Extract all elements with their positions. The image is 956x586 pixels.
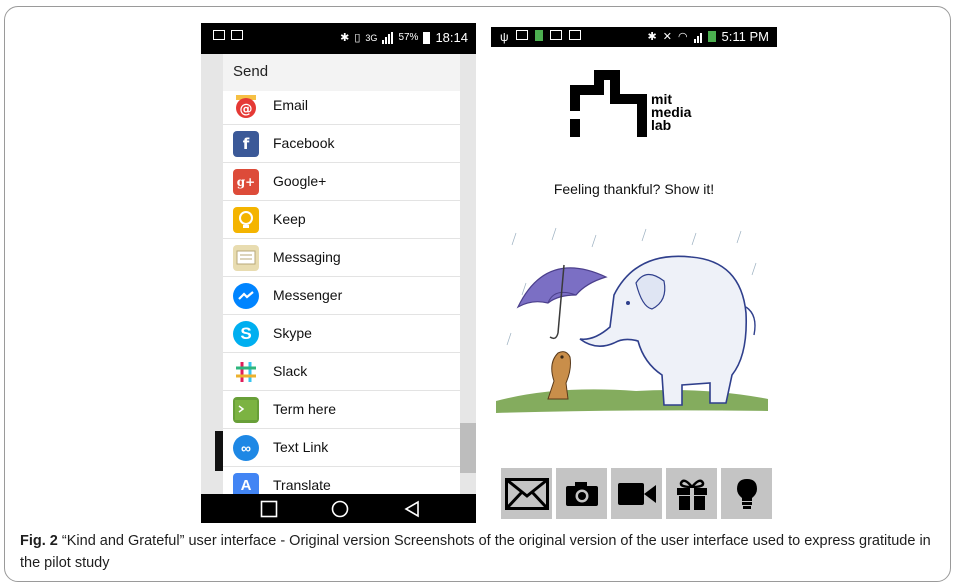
messenger-icon xyxy=(233,283,259,309)
video-button[interactable] xyxy=(611,468,662,519)
battery-icon xyxy=(423,31,431,44)
caption-text: “Kind and Grateful” user interface - Ori… xyxy=(20,533,931,571)
status-bar: ψ ✱ ✕ ◠ 5:11 PM xyxy=(491,27,777,47)
notification-icon xyxy=(213,30,225,40)
share-item-facebook[interactable]: f Facebook xyxy=(223,125,460,163)
share-item-skype[interactable]: S Skype xyxy=(223,315,460,353)
bluetooth-icon: ✱ xyxy=(647,31,657,43)
mute-icon: ✕ xyxy=(662,31,672,43)
figure-label: Fig. 2 xyxy=(20,533,58,549)
image-icon xyxy=(231,30,243,40)
slack-icon xyxy=(233,359,259,385)
figure-caption: Fig. 2 “Kind and Grateful” user interfac… xyxy=(20,530,940,574)
share-dialog: Send @ Email f Facebook g+ Google+ Keep … xyxy=(223,54,460,494)
battery-icon xyxy=(707,31,716,42)
background-panel xyxy=(459,423,476,473)
skype-icon: S xyxy=(233,321,259,347)
elephant-illustration xyxy=(496,227,768,413)
lightbulb-icon xyxy=(736,478,757,509)
navigation-bar xyxy=(201,494,476,523)
idea-button[interactable] xyxy=(721,468,772,519)
usb-icon: ψ xyxy=(500,30,509,44)
signal-icon xyxy=(382,31,394,44)
image-icon xyxy=(515,30,528,40)
right-phone-screenshot: ψ ✱ ✕ ◠ 5:11 PM mit media lab Feeling th… xyxy=(491,23,777,523)
tagline: Feeling thankful? Show it! xyxy=(553,181,715,197)
clock: 18:14 xyxy=(435,30,468,45)
link-icon: ∞ xyxy=(233,435,259,461)
home-icon[interactable] xyxy=(331,500,349,518)
clock: 5:11 PM xyxy=(721,29,769,44)
dialog-title-bar: Send xyxy=(223,54,460,91)
dialog-title: Send xyxy=(233,63,269,80)
logo-text: mit media lab xyxy=(651,91,692,133)
video-icon xyxy=(617,482,656,505)
battery-percent: 57% xyxy=(398,32,419,43)
share-item-google-plus[interactable]: g+ Google+ xyxy=(223,163,460,201)
send-message-button[interactable] xyxy=(501,468,552,519)
wifi-icon: ◠ xyxy=(677,31,688,43)
share-item-keep[interactable]: Keep xyxy=(223,201,460,239)
facebook-icon: f xyxy=(233,131,259,157)
svg-text:@: @ xyxy=(240,102,253,117)
translate-icon: A xyxy=(233,473,259,494)
left-phone-screenshot: ✱ ▯ 3G 57% 18:14 Send @ Email f Facebook… xyxy=(201,23,476,523)
recent-apps-icon[interactable] xyxy=(260,500,278,518)
bluetooth-icon: ✱ xyxy=(340,32,350,44)
email-icon: @ xyxy=(233,93,259,119)
camera-icon xyxy=(565,481,598,506)
keep-icon xyxy=(233,207,259,233)
action-button-row xyxy=(501,468,772,519)
share-item-slack[interactable]: Slack xyxy=(223,353,460,391)
gift-icon xyxy=(676,479,707,510)
android-icon xyxy=(534,30,543,41)
document-icon xyxy=(549,30,562,40)
envelope-icon xyxy=(504,477,549,510)
share-item-translate[interactable]: A Translate xyxy=(223,467,460,494)
messaging-icon xyxy=(233,245,259,271)
share-item-text-link[interactable]: ∞ Text Link xyxy=(223,429,460,467)
terminal-icon xyxy=(233,397,259,423)
share-item-messaging[interactable]: Messaging xyxy=(223,239,460,277)
back-icon[interactable] xyxy=(403,500,421,518)
vibrate-icon: ▯ xyxy=(354,32,361,44)
share-item-messenger[interactable]: Messenger xyxy=(223,277,460,315)
signal-icon xyxy=(693,31,702,43)
mit-media-lab-logo xyxy=(570,70,647,137)
figure-frame xyxy=(4,6,951,582)
gift-button[interactable] xyxy=(666,468,717,519)
photo-icon xyxy=(568,30,581,40)
share-item-term-here[interactable]: Term here xyxy=(223,391,460,429)
status-bar: ✱ ▯ 3G 57% 18:14 xyxy=(201,23,476,54)
network-type: 3G xyxy=(365,32,378,43)
share-item-email[interactable]: @ Email xyxy=(223,87,460,125)
photo-button[interactable] xyxy=(556,468,607,519)
google-plus-icon: g+ xyxy=(233,169,259,195)
